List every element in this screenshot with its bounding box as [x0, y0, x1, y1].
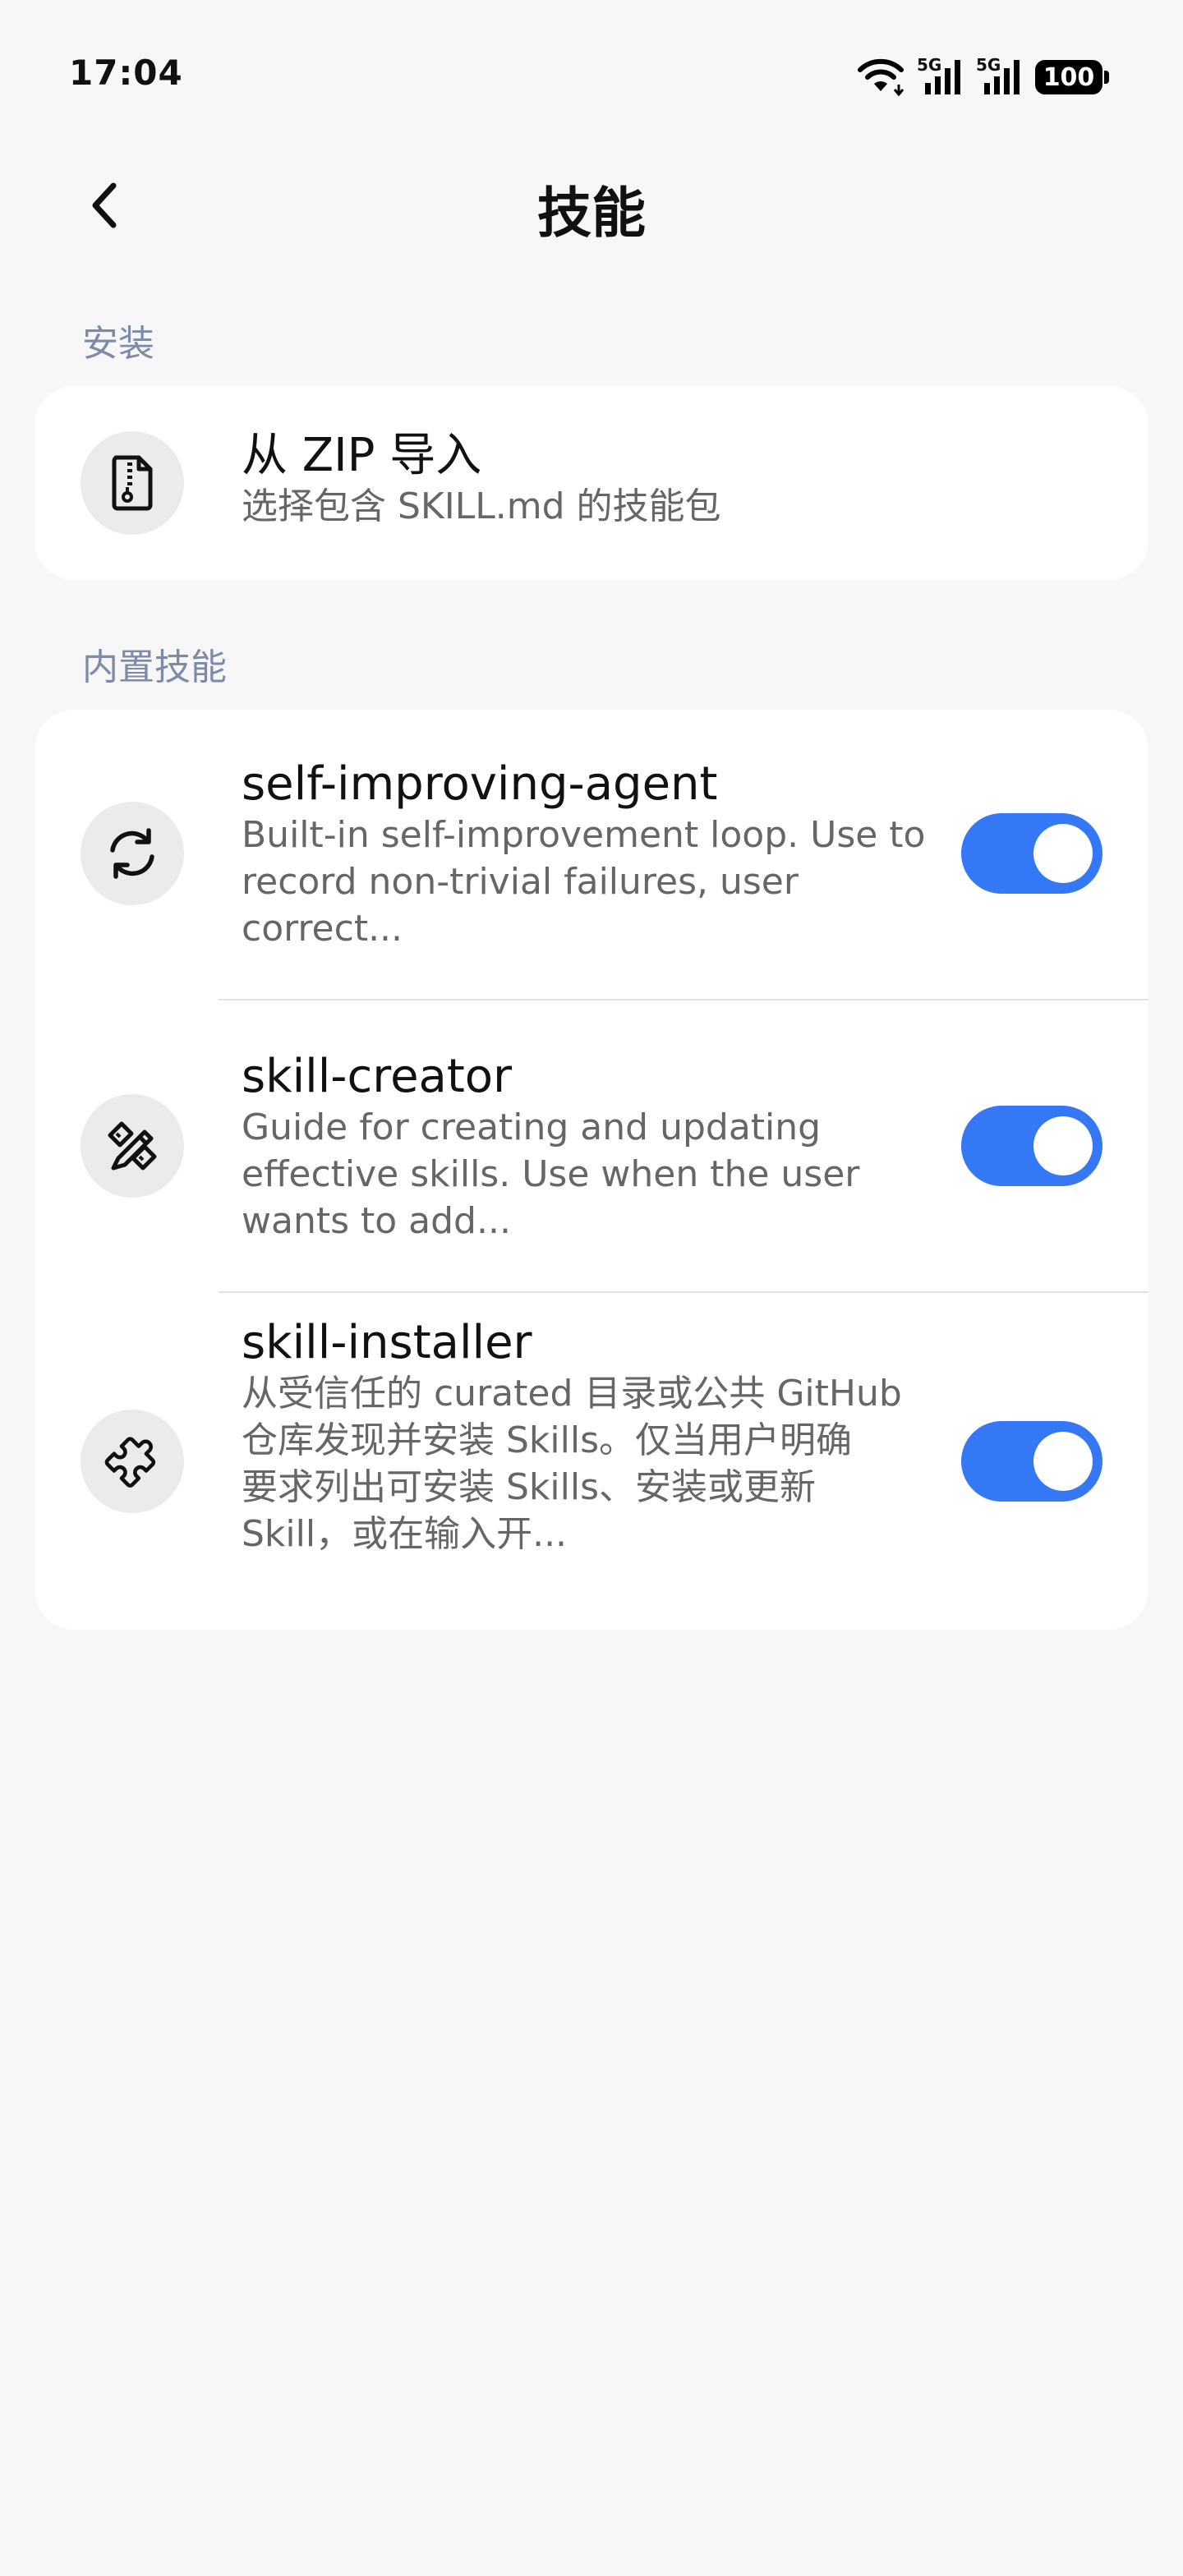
status-bar: 17:04 5G 5G 100: [0, 0, 1183, 151]
skill-title: skill-creator: [242, 1050, 513, 1103]
skill-description-line: wants to add...: [242, 1200, 511, 1242]
skill-row-self-improving-agent[interactable]: self-improving-agent Built-in self-impro…: [35, 710, 1148, 999]
skill-toggle[interactable]: [961, 1106, 1102, 1186]
signal-icon: 5G: [917, 55, 964, 98]
import-zip-title: 从 ZIP 导入: [242, 429, 482, 482]
status-icons: 5G 5G 100: [856, 54, 1109, 100]
builtin-skills-card: self-improving-agent Built-in self-impro…: [35, 710, 1148, 1630]
skill-icon-wrapper: [81, 802, 184, 905]
refresh-icon: [110, 828, 154, 879]
skill-text: self-improving-agent Built-in self-impro…: [242, 757, 925, 952]
import-zip-text: 从 ZIP 导入 选择包含 SKILL.md 的技能包: [242, 429, 721, 530]
skill-description-line: correct...: [242, 908, 403, 950]
skill-text: skill-installer 从受信任的 curated 目录或公共 GitH…: [242, 1316, 902, 1557]
import-zip-description: 选择包含 SKILL.md 的技能包: [242, 485, 721, 527]
skill-row-skill-creator[interactable]: skill-creator Guide for creating and upd…: [35, 1000, 1148, 1291]
skill-description-line: 从受信任的 curated 目录或公共 GitHub: [242, 1373, 902, 1414]
skill-text: skill-creator Guide for creating and upd…: [242, 1050, 859, 1244]
skill-description-line: effective skills. Use when the user: [242, 1153, 860, 1195]
skill-description-line: Built-in self-improvement loop. Use to: [242, 814, 926, 856]
skill-description-line: Guide for creating and updating: [242, 1106, 822, 1148]
skill-description-line: record non-trivial failures, user: [242, 861, 799, 903]
battery-icon: 100: [1035, 60, 1109, 94]
signal-icon: 5G: [976, 55, 1024, 98]
pencil-ruler-icon: [108, 1121, 157, 1171]
skill-description-line: 要求列出可安装 Skills、安装或更新: [242, 1466, 816, 1508]
toggle-knob: [1033, 1116, 1093, 1175]
zip-file-icon: [112, 455, 153, 511]
page-title: 技能: [537, 182, 646, 245]
battery-level: 100: [1043, 62, 1095, 92]
skill-toggle[interactable]: [961, 1421, 1102, 1502]
section-label-builtin: 内置技能: [82, 646, 227, 688]
skill-row-skill-installer[interactable]: skill-installer 从受信任的 curated 目录或公共 GitH…: [35, 1293, 1148, 1630]
skill-icon-wrapper: [81, 1094, 184, 1198]
skill-toggle[interactable]: [961, 813, 1102, 894]
skill-icon-wrapper: [81, 1410, 184, 1513]
skill-title: self-improving-agent: [242, 757, 718, 811]
skill-title: skill-installer: [242, 1316, 532, 1369]
nav-bar: 技能: [0, 151, 1183, 260]
skill-description-line: Skill，或在输入开...: [242, 1513, 568, 1555]
wifi-icon: [858, 58, 905, 96]
import-zip-row[interactable]: 从 ZIP 导入 选择包含 SKILL.md 的技能包: [35, 386, 1148, 580]
skill-description-line: 仓库发现并安装 Skills。仅当用户明确: [242, 1419, 852, 1461]
puzzle-icon: [104, 1437, 156, 1488]
section-label-install: 安装: [82, 323, 154, 365]
toggle-knob: [1033, 824, 1093, 883]
status-time: 17:04: [69, 53, 183, 93]
install-card: 从 ZIP 导入 选择包含 SKILL.md 的技能包: [35, 386, 1148, 580]
import-zip-icon-wrapper: [81, 431, 184, 535]
toggle-knob: [1033, 1432, 1093, 1491]
